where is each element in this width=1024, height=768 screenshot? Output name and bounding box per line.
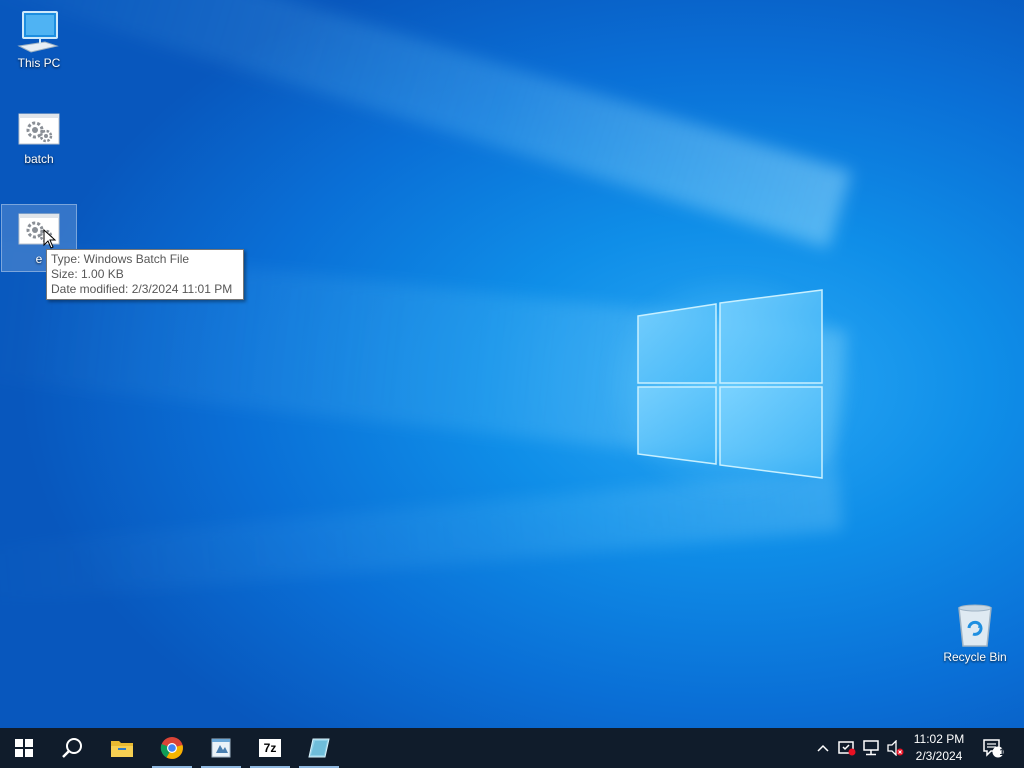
tooltip-type: Type: Windows Batch File: [51, 252, 190, 266]
icon-label: This PC: [17, 56, 61, 70]
volume-tray-button[interactable]: [884, 728, 906, 768]
icon-label: batch: [24, 152, 54, 166]
this-pc-icon[interactable]: This PC: [2, 8, 76, 70]
gears-icon: [18, 113, 60, 145]
tooltip-size: Size: 1.00 KB: [51, 267, 124, 281]
notification-count-badge: 1: [999, 747, 1005, 757]
taskbar: 7z 11:02 PM 2/3/2024 1: [0, 728, 1024, 768]
batch-file-icon[interactable]: batch: [2, 108, 76, 166]
trash-bin-icon: [958, 604, 992, 647]
windows-logo-icon: [15, 739, 33, 757]
file-explorer-button[interactable]: [98, 728, 146, 768]
start-button[interactable]: [0, 728, 48, 768]
network-tray-button[interactable]: [860, 728, 882, 768]
folder-icon: [111, 741, 133, 757]
clock[interactable]: 11:02 PM 2/3/2024: [906, 731, 972, 765]
show-hidden-icons-button[interactable]: [814, 728, 832, 768]
clock-time: 11:02 PM: [913, 732, 965, 746]
desktop[interactable]: This PC batch e Recycle Bin Type: Window…: [0, 0, 1024, 728]
security-tray-button[interactable]: [836, 728, 858, 768]
glass-app-icon: [308, 738, 330, 758]
chevron-up-icon: [817, 744, 829, 752]
tooltip-modified: Date modified: 2/3/2024 11:01 PM: [51, 282, 233, 296]
7zip-icon: 7z: [259, 739, 281, 757]
app-button[interactable]: [197, 728, 245, 768]
7zip-button[interactable]: 7z: [246, 728, 294, 768]
windows-wallpaper-logo: [637, 289, 823, 479]
notepad-app-icon: [211, 738, 231, 758]
mouse-cursor-icon: [43, 229, 57, 249]
icon-label: Recycle Bin: [943, 650, 1007, 664]
search-icon: [62, 738, 82, 758]
file-info-tooltip: Type: Windows Batch File Size: 1.00 KB D…: [46, 249, 244, 300]
search-button[interactable]: [48, 728, 96, 768]
windows-security-icon: [838, 741, 856, 756]
computer-icon: [17, 11, 59, 53]
clock-date: 2/3/2024: [915, 749, 963, 763]
app2-button[interactable]: [295, 728, 343, 768]
action-center-button[interactable]: 1: [978, 728, 1008, 768]
chrome-button[interactable]: [148, 728, 196, 768]
chrome-icon: [160, 737, 183, 759]
volume-muted-icon: [887, 740, 904, 756]
recycle-bin-icon[interactable]: Recycle Bin: [938, 602, 1012, 664]
7zip-label: 7z: [263, 741, 277, 755]
light-beam: [0, 0, 852, 249]
network-icon: [863, 740, 879, 756]
